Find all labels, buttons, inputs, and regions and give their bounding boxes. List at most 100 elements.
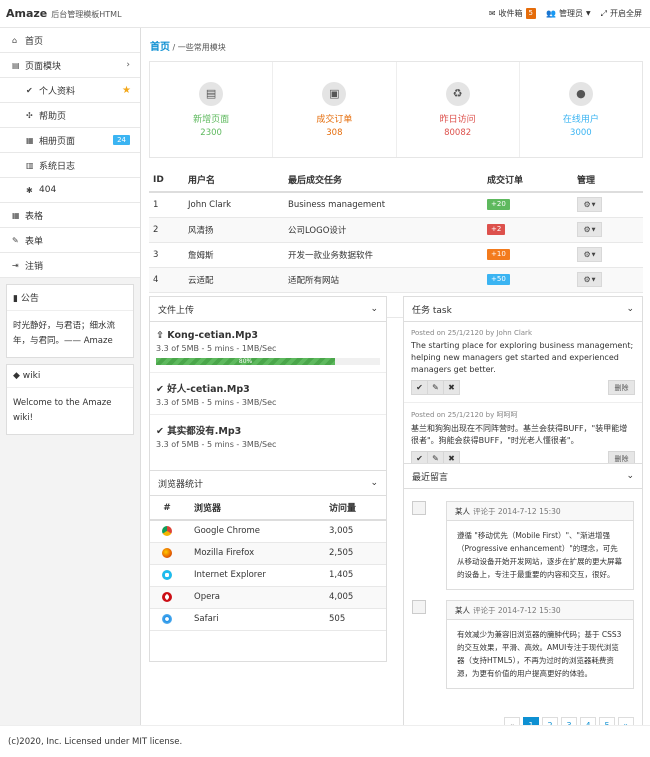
browser-stats-panel: 浏览器统计 ⌄ # 浏览器 访问量 Google Chrome 3,005 Mo… xyxy=(149,470,387,662)
order-amount-badge: +2 xyxy=(487,224,506,235)
browser-icon-cell xyxy=(150,608,184,631)
sidebar-item-gallery[interactable]: ▦ 相册页面 24 xyxy=(0,128,140,153)
comment-header: 某人 评论于 2014-7-12 15:30 xyxy=(447,601,633,620)
envelope-icon: ✉ xyxy=(488,9,496,18)
stat-new-pages[interactable]: ▤ 新增页面 2300 xyxy=(150,62,274,157)
wiki-card: ◆ wiki Welcome to the Amaze wiki! xyxy=(6,364,134,435)
stat-value: 3000 xyxy=(570,127,592,138)
order-id: 2 xyxy=(149,217,184,243)
browser-panel-title: 浏览器统计 xyxy=(158,479,204,490)
wiki-title: wiki xyxy=(22,371,41,381)
manage-dropdown-button[interactable]: ⚙▼ xyxy=(577,197,602,213)
avatar[interactable] xyxy=(412,501,426,515)
sidebar-item-home[interactable]: ⌂ 首页 xyxy=(0,28,140,53)
order-manage-cell: ⚙▼ xyxy=(573,267,643,293)
breadcrumb-home[interactable]: 首页 xyxy=(150,42,170,53)
chevron-down-icon[interactable]: ⌄ xyxy=(626,471,634,481)
stat-orders[interactable]: ▣ 成交订单 308 xyxy=(273,62,397,157)
bookmark-icon: ▮ xyxy=(13,294,18,304)
gear-icon: ⚙ xyxy=(583,200,591,210)
chevron-down-icon[interactable]: ⌄ xyxy=(370,478,378,488)
fullscreen-label: 开启全屏 xyxy=(610,9,642,18)
table-header-row: # 浏览器 访问量 xyxy=(150,496,386,521)
sidebar-item-help[interactable]: ✣ 帮助页 xyxy=(0,103,140,128)
manage-dropdown-button[interactable]: ⚙▼ xyxy=(577,247,602,262)
sidebar-item-label: 系统日志 xyxy=(39,161,76,172)
footer-text: (c)2020, Inc. Licensed under MIT license… xyxy=(8,736,183,747)
browser-icon-cell xyxy=(150,542,184,565)
stat-online-users[interactable]: ● 在线用户 3000 xyxy=(520,62,642,157)
task-delete-button[interactable]: 删除 xyxy=(608,380,635,395)
table-row: 2 风清扬 公司LOGO设计 +2 ⚙ ▼ xyxy=(149,217,643,243)
manage-dropdown-button[interactable]: ⚙▼ xyxy=(577,222,602,237)
admin-menu-button[interactable]: 👥 管理员 ▼ xyxy=(546,8,591,19)
close-icon: ✖ xyxy=(448,454,455,463)
order-task: 开发一款业务数据软件 xyxy=(284,242,483,268)
sidebar-menu: ⌂ 首页 ▤ 页面模块 › ✔ 个人资料 ★ ✣ 帮助页 ▦ 相册页面 24 ▥… xyxy=(0,28,140,278)
caret-down-icon: ▼ xyxy=(585,10,591,17)
comments-panel-title: 最近留言 xyxy=(412,472,449,483)
sidebar-item-table[interactable]: ▦ 表格 xyxy=(0,203,140,228)
browser-panel-header[interactable]: 浏览器统计 ⌄ xyxy=(150,471,386,496)
order-amount-cell: +20 xyxy=(483,192,573,218)
column-header: 浏览器 xyxy=(184,496,319,521)
fullscreen-button[interactable]: ⤢ 开启全屏 xyxy=(601,8,642,19)
browser-icon-cell xyxy=(150,520,184,543)
chevron-down-icon[interactable]: ⌄ xyxy=(626,304,634,314)
wiki-header: ◆ wiki xyxy=(7,365,133,388)
table-icon: ▦ xyxy=(12,210,20,220)
manage-dropdown-button[interactable]: ⚙▼ xyxy=(577,272,602,287)
order-task: 公司LOGO设计 xyxy=(284,217,483,243)
task-cancel-button[interactable]: ✖ xyxy=(443,380,460,395)
comment-item: 某人 评论于 2014-7-12 15:30 遵循 "移动优先（Mobile Fi… xyxy=(412,501,634,590)
sidebar-item-system-log[interactable]: ▥ 系统日志 xyxy=(0,153,140,178)
task-panel-header[interactable]: 任务 task ⌄ xyxy=(404,297,642,322)
stat-visits[interactable]: ♻ 昨日访问 80082 xyxy=(397,62,520,157)
file-icon: ▤ xyxy=(12,60,20,70)
upload-panel: 文件上传 ⌄ ⇪ Kong-cetian.Mp3 3.3 of 5MB - 5 … xyxy=(149,296,387,490)
order-user: 云适配 xyxy=(184,267,284,293)
order-manage-cell: ⚙▼ xyxy=(573,242,643,268)
file-meta: 3.3 of 5MB - 5 mins - 3MB/Sec xyxy=(156,440,277,449)
comments-panel: 最近留言 ⌄ 某人 评论于 2014-7-12 15:30 遵循 "移动优先（Mo… xyxy=(403,463,643,742)
sidebar-item-logout[interactable]: ⇥ 注销 xyxy=(0,253,140,278)
admin-label: 管理员 xyxy=(558,9,583,18)
sidebar-item-profile[interactable]: ✔ 个人资料 ★ xyxy=(0,78,140,103)
caret-down-icon: ▼ xyxy=(591,226,596,233)
file-name: ✔ 其实都没有.Mp3 xyxy=(156,415,380,437)
stat-value: 308 xyxy=(326,127,343,138)
comment-box: 某人 评论于 2014-7-12 15:30 遵循 "移动优先（Mobile Fi… xyxy=(446,501,634,590)
sidebar-item-404[interactable]: ✱ 404 xyxy=(0,178,140,203)
sidebar-item-label: 页面模块 xyxy=(25,61,62,72)
column-header: 管理 xyxy=(573,168,643,193)
order-id: 1 xyxy=(149,192,184,218)
upload-panel-header[interactable]: 文件上传 ⌄ xyxy=(150,297,386,322)
order-task: Business management xyxy=(284,192,483,218)
table-row: 1 John Clark Business management +20 ⚙ ▼ xyxy=(149,192,643,218)
stat-label: 昨日访问 xyxy=(439,114,476,125)
table-row: Mozilla Firefox 2,505 xyxy=(150,542,386,565)
chevron-down-icon[interactable]: ⌄ xyxy=(370,304,378,314)
file-item: ✔ 好人-cetian.Mp3 3.3 of 5MB - 5 mins - 3M… xyxy=(150,373,386,415)
stat-value: 80082 xyxy=(444,127,472,138)
comment-author[interactable]: 某人 xyxy=(455,506,470,517)
brand-subtitle: 后台管理模板HTML xyxy=(51,10,122,19)
task-complete-button[interactable]: ✔ xyxy=(411,380,428,395)
comment-meta: 评论于 2014-7-12 15:30 xyxy=(473,605,561,615)
table-row: Safari 505 xyxy=(150,608,386,631)
task-edit-button[interactable]: ✎ xyxy=(427,380,444,395)
avatar[interactable] xyxy=(412,600,426,614)
comments-panel-header[interactable]: 最近留言 ⌄ xyxy=(404,464,642,489)
brand[interactable]: Amaze 后台管理模板HTML xyxy=(0,7,122,20)
inbox-button[interactable]: ✉ 收件箱 5 xyxy=(489,8,536,19)
sidebar-item-form[interactable]: ✎ 表单 xyxy=(0,228,140,253)
sidebar-item-label: 首页 xyxy=(25,36,44,47)
main-content: 首页 / 一些常用模块 ▤ 新增页面 2300 ▣ 成交订单 308 ♻ 昨日访… xyxy=(141,28,650,742)
sidebar-item-page-modules[interactable]: ▤ 页面模块 › xyxy=(0,53,140,78)
comment-author[interactable]: 某人 xyxy=(455,605,470,616)
file-meta: 3.3 of 5MB - 5 mins - 1MB/Sec xyxy=(156,344,277,353)
comment-header: 某人 评论于 2014-7-12 15:30 xyxy=(447,502,633,521)
sidebar-item-label: 表格 xyxy=(25,211,44,222)
upload-panel-title: 文件上传 xyxy=(158,305,195,316)
breadcrumb-current: 一些常用模块 xyxy=(177,43,226,52)
